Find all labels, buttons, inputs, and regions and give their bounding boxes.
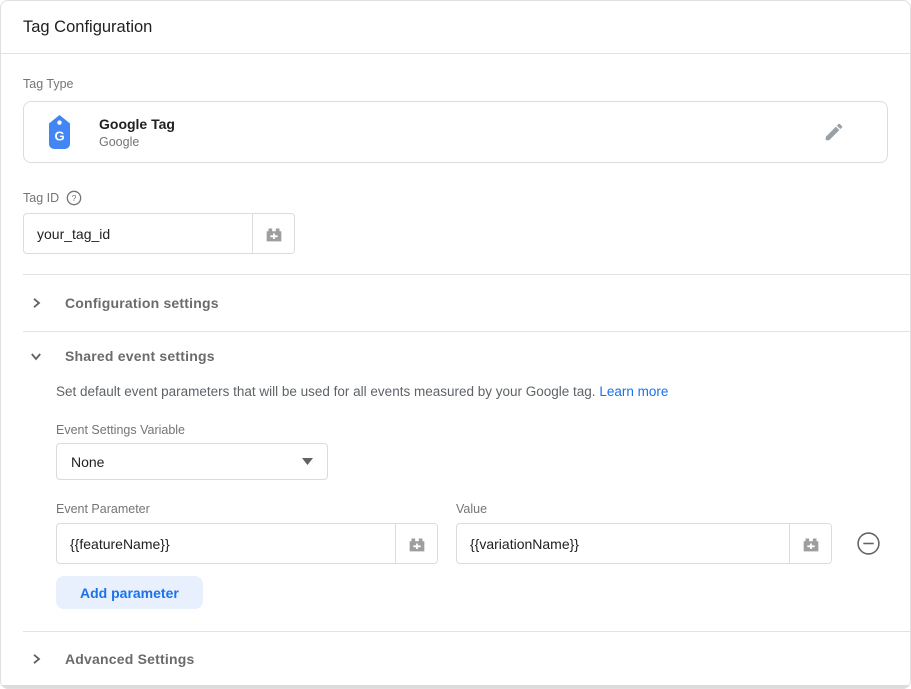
add-parameter-button[interactable]: Add parameter [56, 576, 203, 609]
event-settings-variable-dropdown[interactable]: None [56, 443, 328, 480]
svg-text:?: ? [72, 193, 77, 203]
chevron-right-icon [29, 297, 43, 309]
variable-brick-icon [800, 533, 822, 555]
tag-id-label-row: Tag ID ? [23, 190, 910, 206]
event-settings-variable-label: Event Settings Variable [56, 423, 910, 437]
shared-event-settings-label: Shared event settings [65, 348, 215, 364]
tag-type-name: Google Tag [99, 116, 175, 132]
edit-tag-type-button[interactable] [819, 117, 849, 147]
event-parameter-input-group [56, 523, 438, 564]
page-title: Tag Configuration [23, 18, 152, 37]
tag-id-label: Tag ID [23, 191, 59, 205]
panel-bottom-edge [1, 685, 910, 688]
parameter-column-labels: Event Parameter Value [56, 502, 910, 516]
dropdown-selected-value: None [71, 454, 104, 470]
pencil-icon [823, 121, 845, 143]
chevron-right-icon [29, 653, 43, 665]
description-text: Set default event parameters that will b… [56, 384, 596, 399]
event-parameter-row [56, 523, 910, 564]
value-variable-button[interactable] [789, 524, 831, 563]
dropdown-arrow-icon [302, 458, 313, 465]
configuration-settings-label: Configuration settings [65, 295, 219, 311]
tag-id-help-button[interactable]: ? [66, 190, 82, 206]
tag-type-card-text: Google Tag Google [99, 116, 175, 149]
tag-type-vendor: Google [99, 135, 175, 149]
google-tag-icon: G [46, 114, 73, 150]
event-parameter-column-label: Event Parameter [56, 502, 456, 516]
svg-text:G: G [54, 129, 64, 144]
tag-configuration-panel: Tag Configuration Tag Type G Google Tag … [0, 0, 911, 689]
value-column-label: Value [456, 502, 487, 516]
shared-event-settings-description: Set default event parameters that will b… [56, 384, 910, 399]
minus-circle-icon [856, 531, 881, 556]
variable-brick-icon [406, 533, 428, 555]
remove-parameter-button[interactable] [856, 531, 881, 556]
tag-id-input[interactable] [24, 214, 252, 253]
shared-event-settings-row[interactable]: Shared event settings [23, 332, 910, 380]
panel-header: Tag Configuration [1, 1, 910, 54]
help-icon: ? [66, 190, 82, 206]
shared-event-settings-body: Set default event parameters that will b… [56, 384, 910, 609]
chevron-down-icon [29, 350, 43, 362]
value-input[interactable] [457, 524, 789, 563]
advanced-settings-label: Advanced Settings [65, 651, 194, 667]
tag-type-card[interactable]: G Google Tag Google [23, 101, 888, 163]
variable-brick-icon [263, 223, 285, 245]
event-parameter-input[interactable] [57, 524, 395, 563]
configuration-settings-row[interactable]: Configuration settings [23, 275, 910, 331]
tag-id-variable-button[interactable] [252, 214, 294, 253]
panel-body: Tag Type G Google Tag Google [1, 77, 910, 685]
tag-type-label: Tag Type [23, 77, 910, 91]
learn-more-link[interactable]: Learn more [599, 384, 668, 399]
event-parameter-variable-button[interactable] [395, 524, 437, 563]
advanced-settings-row[interactable]: Advanced Settings [23, 632, 910, 685]
tag-id-input-group [23, 213, 295, 254]
value-input-group [456, 523, 832, 564]
